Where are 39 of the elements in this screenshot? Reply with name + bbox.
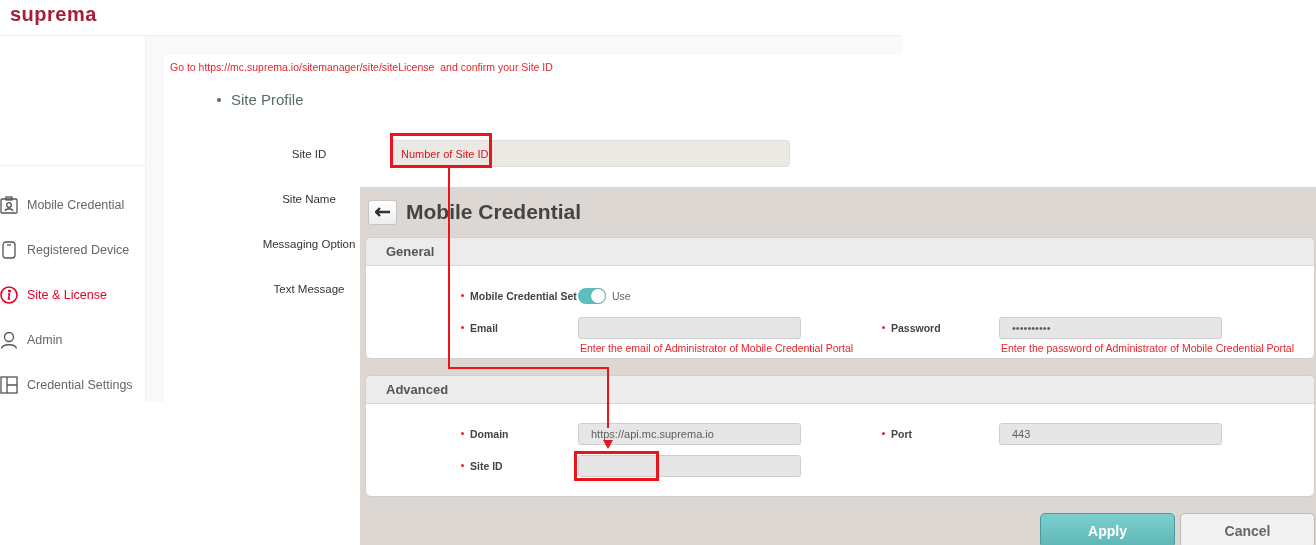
cancel-button[interactable]: Cancel (1180, 513, 1315, 545)
input-field[interactable]: •••••••••• (999, 316, 1222, 339)
layout-icon (0, 375, 18, 394)
input-field[interactable] (578, 316, 801, 339)
field-label: Mobile Credential Set (470, 289, 577, 302)
section-title: General (386, 244, 435, 259)
field-label: Site ID (470, 459, 503, 472)
input-field[interactable]: Number of Site ID (390, 140, 790, 167)
input-field[interactable]: 443 (999, 422, 1222, 445)
section-title: Site Profile (231, 91, 304, 108)
field-label: Site Name (281, 192, 337, 205)
field-label: Domain (470, 427, 509, 440)
field-label: Text Message (272, 282, 346, 295)
person-icon (0, 330, 18, 349)
toggle-switch[interactable] (578, 287, 606, 304)
notice-text: Go to https://mc.suprema.io/sitemanager/site/siteLicense and confirm your Site ID (170, 61, 554, 73)
field-label: Site ID (290, 147, 328, 160)
input-field[interactable]: https://api.mc.suprema.io (578, 422, 801, 445)
sidebar-item[interactable]: Mobile Credential (0, 182, 145, 227)
sidebar-item[interactable]: Site & License (0, 272, 145, 317)
sidebar-item[interactable]: Admin (0, 317, 145, 362)
bullet-icon (217, 97, 221, 102)
input-field[interactable] (578, 454, 801, 477)
field-label: Port (891, 427, 912, 440)
back-arrow-icon (374, 207, 391, 217)
back-button[interactable] (368, 199, 397, 225)
sidebar-item[interactable]: Credential Settings (0, 362, 145, 407)
field-label: Messaging Option (261, 237, 357, 250)
field-hint: Enter the password of Administrator of Mobile Credential Portal (1001, 342, 1295, 354)
section-title: Advanced (386, 382, 449, 397)
logo: suprema (10, 3, 97, 25)
field-label: Password (891, 321, 941, 334)
sidebar-item[interactable]: Registered Device (0, 227, 145, 272)
toggle-label: Use (612, 289, 631, 302)
id-badge-icon (0, 195, 18, 214)
info-icon (0, 285, 18, 304)
phone-icon (0, 240, 18, 259)
field-hint: Enter the email of Administrator of Mobile Credential Portal (580, 342, 855, 354)
field-label: Email (470, 321, 498, 334)
